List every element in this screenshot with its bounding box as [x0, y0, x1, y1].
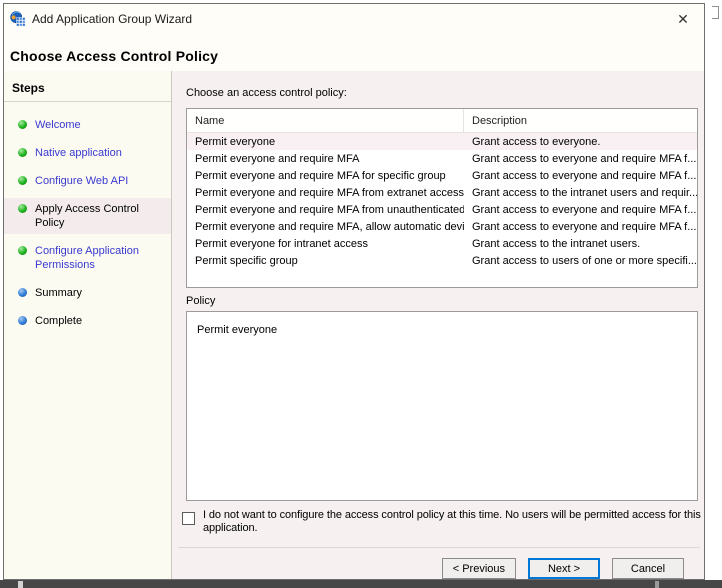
row-name: Permit everyone and require MFA from ext… — [187, 187, 464, 199]
page-title: Choose Access Control Policy — [10, 48, 218, 64]
next-button[interactable]: Next > — [528, 558, 600, 579]
step-pending-icon — [18, 288, 27, 297]
window-title: Add Application Group Wizard — [32, 12, 192, 26]
step-label: Welcome — [35, 118, 81, 132]
row-description: Grant access to everyone and require MFA… — [464, 204, 697, 216]
background-tick — [18, 581, 23, 588]
sidebar-item-configure-web-api[interactable]: Configure Web API — [4, 170, 171, 192]
step-done-icon — [18, 148, 27, 157]
access-control-policy-table: Name Description Permit everyone Grant a… — [186, 108, 698, 288]
content-pane: Choose an access control policy: Name De… — [172, 71, 704, 579]
background-window-fragment — [712, 6, 719, 19]
table-row[interactable]: Permit everyone for intranet access Gran… — [187, 235, 697, 252]
sidebar-item-native-application[interactable]: Native application — [4, 142, 171, 164]
titlebar: Add Application Group Wizard ✕ — [4, 4, 704, 34]
steps-header: Steps — [12, 81, 163, 95]
wizard-dialog: Add Application Group Wizard ✕ Choose Ac… — [3, 3, 705, 580]
row-name: Permit everyone and require MFA for spec… — [187, 170, 464, 182]
adfs-app-icon — [10, 11, 26, 27]
table-row[interactable]: Permit everyone and require MFA Grant ac… — [187, 150, 697, 167]
row-name: Permit everyone and require MFA, allow a… — [187, 221, 464, 233]
sidebar-item-apply-access-control-policy[interactable]: Apply Access Control Policy — [4, 198, 171, 234]
sidebar-item-configure-application-permissions[interactable]: Configure Application Permissions — [4, 240, 171, 276]
column-header-description[interactable]: Description — [464, 109, 697, 132]
steps-divider — [4, 101, 171, 102]
step-label: Summary — [35, 286, 82, 300]
table-row[interactable]: Permit everyone and require MFA, allow a… — [187, 218, 697, 235]
row-description: Grant access to the intranet users and r… — [464, 187, 697, 199]
table-row[interactable]: Permit everyone and require MFA from ext… — [187, 184, 697, 201]
table-header: Name Description — [187, 109, 697, 133]
policy-section-label: Policy — [186, 295, 215, 307]
policy-text: Permit everyone — [197, 324, 277, 336]
row-description: Grant access to everyone and require MFA… — [464, 153, 697, 165]
policy-list-label: Choose an access control policy: — [186, 87, 347, 99]
step-done-icon — [18, 246, 27, 255]
step-label: Configure Web API — [35, 174, 128, 188]
row-name: Permit specific group — [187, 255, 464, 267]
sidebar-item-summary: Summary — [4, 282, 171, 304]
step-label: Configure Application Permissions — [35, 244, 167, 272]
row-name: Permit everyone and require MFA from una… — [187, 204, 464, 216]
row-description: Grant access to the intranet users. — [464, 238, 697, 250]
wizard-buttons: < Previous Next > Cancel — [442, 558, 684, 579]
table-row[interactable]: Permit everyone and require MFA from una… — [187, 201, 697, 218]
policy-preview-box: Permit everyone — [186, 311, 698, 501]
step-label: Native application — [35, 146, 122, 160]
step-label: Complete — [35, 314, 82, 328]
skip-policy-row: I do not want to configure the access co… — [182, 509, 702, 535]
column-header-name[interactable]: Name — [187, 109, 464, 132]
skip-policy-label: I do not want to configure the access co… — [203, 509, 701, 535]
row-description: Grant access to users of one or more spe… — [464, 255, 697, 267]
row-name: Permit everyone and require MFA — [187, 153, 464, 165]
previous-button[interactable]: < Previous — [442, 558, 516, 579]
wizard-body: Steps Welcome Native application Configu… — [4, 71, 704, 579]
sidebar-item-welcome[interactable]: Welcome — [4, 114, 171, 136]
row-description: Grant access to everyone and require MFA… — [464, 170, 697, 182]
table-row[interactable]: Permit specific group Grant access to us… — [187, 252, 697, 269]
skip-policy-checkbox[interactable] — [182, 512, 195, 525]
footer-separator — [178, 547, 700, 548]
step-done-icon — [18, 176, 27, 185]
row-description: Grant access to everyone. — [464, 136, 697, 148]
step-label: Apply Access Control Policy — [35, 202, 167, 230]
sidebar-item-complete: Complete — [4, 310, 171, 332]
step-done-icon — [18, 120, 27, 129]
background-bottom-strip — [0, 580, 722, 588]
step-pending-icon — [18, 316, 27, 325]
step-current-icon — [18, 204, 27, 213]
table-row[interactable]: Permit everyone Grant access to everyone… — [187, 133, 697, 150]
table-row[interactable]: Permit everyone and require MFA for spec… — [187, 167, 697, 184]
row-name: Permit everyone — [187, 136, 464, 148]
background-tick — [655, 581, 659, 588]
row-description: Grant access to everyone and require MFA… — [464, 221, 697, 233]
row-name: Permit everyone for intranet access — [187, 238, 464, 250]
cancel-button[interactable]: Cancel — [612, 558, 684, 579]
steps-sidebar: Steps Welcome Native application Configu… — [4, 71, 172, 579]
close-icon[interactable]: ✕ — [662, 4, 704, 34]
